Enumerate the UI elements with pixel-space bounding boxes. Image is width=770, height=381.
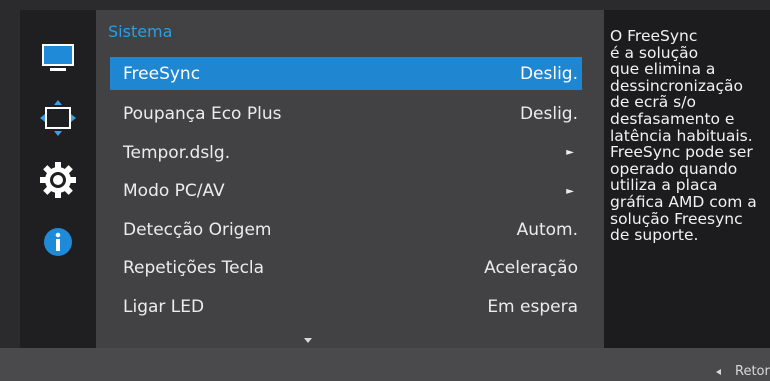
menu-item-off-timer[interactable]: Tempor.dslg. ► [110,134,582,173]
sidebar-item-onscreen[interactable] [20,98,96,138]
menu-item-source-detection[interactable]: Detecção Origem Autom. [110,211,582,250]
monitor-icon [42,44,74,71]
sidebar [20,10,96,348]
menu-item-label: Repetições Tecla [123,258,265,279]
menu-item-power-led[interactable]: Ligar LED Em espera [110,288,582,327]
back-arrow-icon [716,368,721,375]
submenu-arrow-icon: ► [566,147,574,159]
menu-list: FreeSync Deslig. Poupança Eco Plus Desli… [110,57,582,326]
menu-item-freesync[interactable]: FreeSync Deslig. [110,57,582,90]
description-panel: O FreeSync é a solução que elimina a des… [604,10,770,348]
info-icon [44,228,72,256]
menu-item-label: Modo PC/AV [123,181,225,202]
menu-item-value: Autom. [516,219,578,240]
sidebar-item-picture[interactable] [20,38,96,78]
menu-item-label: FreeSync [123,63,201,84]
return-button[interactable]: Retorno [716,364,770,379]
menu-item-value: Deslig. [519,63,578,84]
menu-item-label: Ligar LED [123,296,205,317]
description-text: O FreeSync é a solução que elimina a des… [610,27,757,245]
menu-item-label: Tempor.dslg. [123,142,231,163]
footer-bar: Retorno [0,348,770,381]
sidebar-item-information[interactable] [20,222,96,262]
sidebar-item-system[interactable] [20,160,96,200]
system-menu-panel: Sistema FreeSync Deslig. Poupança Eco Pl… [96,10,604,348]
menu-item-value: Aceleração [484,258,578,279]
menu-item-pc-av-mode[interactable]: Modo PC/AV ► [110,172,582,211]
gear-icon [40,162,76,198]
size-position-icon [40,100,76,136]
menu-item-eco-saving-plus[interactable]: Poupança Eco Plus Deslig. [110,95,582,134]
return-label: Retorno [735,364,770,379]
menu-item-label: Poupança Eco Plus [123,104,282,125]
menu-item-value: Deslig. [519,104,578,125]
scroll-down-icon[interactable] [304,338,312,343]
panel-title: Sistema [108,22,173,41]
menu-item-key-repeat[interactable]: Repetições Tecla Aceleração [110,249,582,288]
menu-item-label: Detecção Origem [123,219,272,240]
submenu-arrow-icon: ► [566,185,574,197]
menu-item-value: Em espera [487,296,578,317]
